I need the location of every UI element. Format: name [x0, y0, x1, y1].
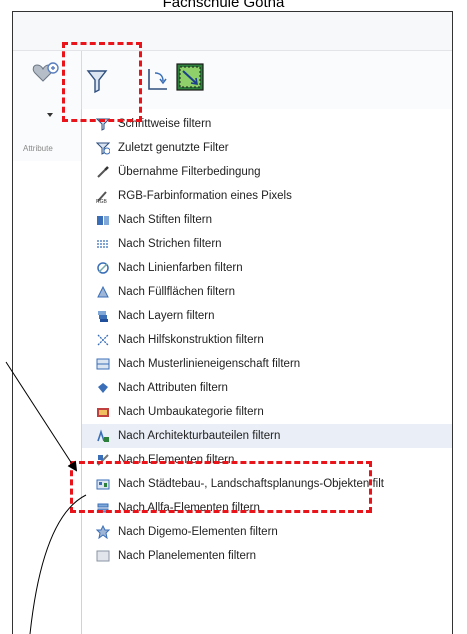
annotation-curve [29, 494, 87, 634]
annotation-arrow [5, 361, 78, 472]
annotation-overlay [5, 361, 87, 634]
